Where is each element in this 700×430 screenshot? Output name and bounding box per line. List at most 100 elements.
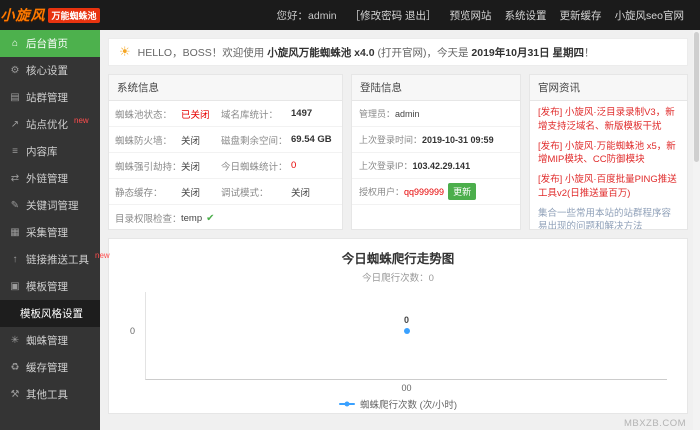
- sidebar-item-label: 站群管理: [26, 92, 68, 104]
- field-label: 蜘蛛池状态：: [115, 109, 173, 121]
- debug-mode-status: 关闭: [291, 187, 311, 199]
- check-icon: ✔: [206, 212, 215, 224]
- news-item[interactable]: 集合一些常用本站的站群程序容易出现的问题和解决方法: [538, 204, 679, 229]
- sidebar-item-home[interactable]: ⌂ 后台首页: [0, 30, 100, 57]
- brand-logo[interactable]: 小旋风 万能蜘蛛池: [0, 5, 100, 25]
- sidebar-item-label: 模板风格设置: [20, 308, 83, 320]
- today-date: 2019年10月31日 星期四: [471, 46, 585, 59]
- sidebar-item-template[interactable]: ▣ 模板管理: [0, 273, 100, 300]
- field-label: 静态缓存：: [115, 187, 163, 199]
- panel-title: 系统信息: [109, 75, 342, 101]
- sidebar-item-label: 模板管理: [26, 281, 68, 293]
- disk-free-space: 69.54 GB: [291, 134, 332, 145]
- sidebar-item-cache[interactable]: ♻ 缓存管理: [0, 354, 100, 381]
- sidebar-item-content-library[interactable]: ≡ 内容库: [0, 138, 100, 165]
- sidebar-item-label: 关键词管理: [26, 200, 79, 212]
- spider-pool-status: 已关闭: [181, 109, 210, 121]
- welcome-bar: ☀ HELLO，BOSS！欢迎使用 小旋风万能蜘蛛池 x4.0 (打开官网)，今…: [108, 38, 688, 66]
- news-item[interactable]: [发布] 小旋风·泛目录录制V3，新增支持泛域名、新版模板干扰: [538, 103, 679, 137]
- licensed-user: qq999999: [404, 186, 445, 197]
- sidebar-item-label: 内容库: [26, 146, 58, 158]
- sidebar-item-label: 其他工具: [26, 389, 68, 401]
- scrollbar-thumb[interactable]: [694, 32, 699, 162]
- table-row: 上次登录IP： 103.42.29.141: [352, 153, 520, 179]
- table-row: 蜘蛛防火墙： 关闭 磁盘剩余空间： 69.54 GB: [109, 127, 342, 153]
- sidebar: ⌂ 后台首页 ⚙ 核心设置 ▤ 站群管理 ↗ 站点优化 new ≡ 内容库 ⇄ …: [0, 30, 110, 430]
- info-panels: 系统信息 蜘蛛池状态： 已关闭 域名库统计： 1497 蜘蛛防火墙： 关闭 磁盘…: [108, 74, 688, 230]
- legend-line-marker-icon: [338, 403, 355, 405]
- optimize-icon: ↗: [10, 119, 20, 130]
- field-label: 调试模式：: [221, 187, 269, 199]
- update-cache-link[interactable]: 更新缓存: [560, 8, 602, 23]
- push-icon: ↑: [12, 254, 18, 265]
- welcome-text: HELLO，BOSS！欢迎使用 小旋风万能蜘蛛池 x4.0 (打开官网)，今天是…: [138, 45, 595, 60]
- sidebar-item-label: 蜘蛛管理: [26, 335, 68, 347]
- sidebar-item-label: 核心设置: [26, 65, 68, 77]
- sidebar-item-keywords[interactable]: ✎ 关键词管理: [0, 192, 100, 219]
- sidebar-item-template-style[interactable]: 模板风格设置: [0, 300, 100, 327]
- sidebar-item-spider[interactable]: ✳ 蜘蛛管理: [0, 327, 100, 354]
- open-official-link[interactable]: (打开官网): [377, 47, 426, 59]
- field-label: 管理员：: [359, 109, 396, 119]
- topbar-links: 您好：admin ［修改密码 退出］ 预览网站 系统设置 更新缓存 小旋风seo…: [277, 8, 700, 23]
- gear-icon: ⚙: [10, 65, 20, 76]
- news-panel: 官网资讯 [发布] 小旋风·泛目录录制V3，新增支持泛域名、新版模板干扰 [发布…: [529, 74, 688, 230]
- update-auth-button[interactable]: 更新: [448, 183, 477, 200]
- new-badge: new: [95, 251, 110, 260]
- sidebar-item-label: 缓存管理: [26, 362, 68, 374]
- spider-icon: ✳: [10, 335, 20, 346]
- vertical-scrollbar[interactable]: [693, 30, 700, 430]
- main-content: ☀ HELLO，BOSS！欢迎使用 小旋风万能蜘蛛池 x4.0 (打开官网)，今…: [100, 30, 700, 430]
- field-label: 今日蜘蛛统计：: [221, 161, 288, 173]
- sidebar-item-core-settings[interactable]: ⚙ 核心设置: [0, 57, 100, 84]
- hijack-status: 关闭: [181, 161, 201, 173]
- official-site-link[interactable]: 小旋风seo官网: [615, 8, 684, 23]
- panel-title: 登陆信息: [352, 75, 520, 101]
- sidebar-item-outlink[interactable]: ⇄ 外链管理: [0, 165, 100, 192]
- x-axis-tick: 00: [401, 383, 412, 393]
- sidebar-item-link-push[interactable]: ↑ 链接推送工具 new: [0, 246, 110, 273]
- sidebar-item-site-group[interactable]: ▤ 站群管理: [0, 84, 100, 111]
- sidebar-item-site-optimize[interactable]: ↗ 站点优化 new: [0, 111, 100, 138]
- template-icon: ▣: [10, 281, 20, 292]
- system-info-body: 蜘蛛池状态： 已关闭 域名库统计： 1497 蜘蛛防火墙： 关闭 磁盘剩余空间：…: [109, 101, 342, 229]
- collect-icon: ▦: [10, 227, 20, 238]
- chart-legend[interactable]: 蜘蛛爬行次数 (次/小时): [109, 397, 687, 411]
- tools-icon: ⚒: [10, 389, 20, 400]
- change-password-logout-link[interactable]: ［修改密码 退出］: [350, 8, 437, 23]
- table-row: 蜘蛛强引劫持： 关闭 今日蜘蛛统计： 0: [109, 153, 342, 179]
- content-icon: ≡: [12, 146, 18, 157]
- static-cache-status: 关闭: [181, 187, 201, 199]
- chart-subtitle: 今日爬行次数：0: [362, 273, 434, 284]
- field-label: 授权用户：: [359, 187, 405, 197]
- dir-name: temp: [181, 212, 203, 224]
- greeting-text: 您好：admin: [276, 9, 337, 22]
- last-login-ip: 103.42.29.141: [412, 160, 471, 171]
- news-item[interactable]: [发布] 小旋风·百度批量PING推送工具v2(日推送量百万): [538, 170, 679, 204]
- watermark: MBXZB.COM: [623, 418, 686, 429]
- new-badge: new: [74, 116, 89, 125]
- field-label: 蜘蛛防火墙：: [115, 135, 173, 147]
- sun-icon: ☀: [119, 44, 131, 59]
- brand-logo-text: 小旋风: [0, 7, 46, 23]
- welcome-prefix: HELLO，BOSS！欢迎使用: [137, 46, 265, 59]
- news-list: [发布] 小旋风·泛目录录制V3，新增支持泛域名、新版模板干扰 [发布] 小旋风…: [530, 101, 687, 229]
- last-login-time: 2019-10-31 09:59: [422, 134, 494, 145]
- table-row: 目录权限检查： temp ✔: [109, 205, 342, 229]
- table-row: 管理员： admin: [352, 101, 520, 127]
- home-icon: ⌂: [11, 38, 19, 49]
- preview-site-link[interactable]: 预览网站: [450, 8, 492, 23]
- welcome-mid: ，今天是: [426, 46, 469, 59]
- data-point-label: 0: [403, 315, 410, 326]
- system-settings-link[interactable]: 系统设置: [505, 8, 547, 23]
- field-label: 蜘蛛强引劫持：: [115, 161, 182, 173]
- sidebar-item-other-tools[interactable]: ⚒ 其他工具: [0, 381, 100, 408]
- firewall-status: 关闭: [181, 135, 201, 147]
- domain-count: 1497: [291, 108, 313, 119]
- site-group-icon: ▤: [10, 92, 20, 103]
- field-label: 上次登录时间：: [359, 135, 423, 145]
- news-item[interactable]: [发布] 小旋风·万能蜘蛛池 x5，新增MIP模块、CC防御模块: [538, 137, 679, 171]
- welcome-suffix: ！: [584, 46, 595, 59]
- product-name: 小旋风万能蜘蛛池 x4.0: [267, 46, 375, 59]
- sidebar-item-collect[interactable]: ▦ 采集管理: [0, 219, 100, 246]
